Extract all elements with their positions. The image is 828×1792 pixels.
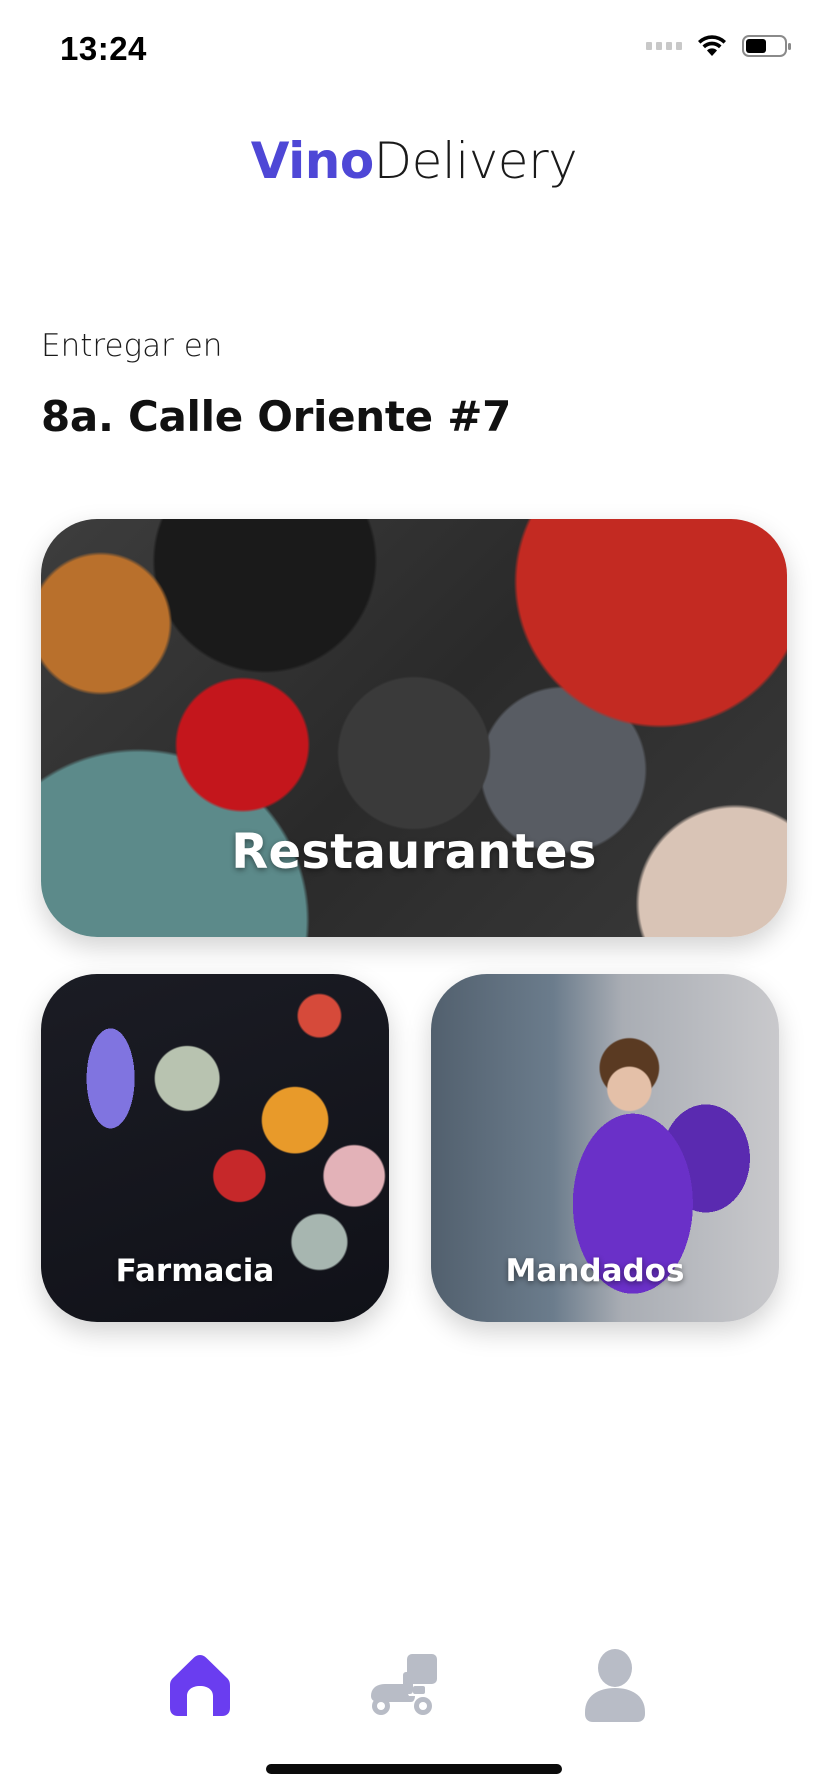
nav-home-button[interactable] — [155, 1640, 245, 1730]
home-indicator — [266, 1764, 562, 1774]
status-icons — [646, 34, 792, 58]
delivery-address[interactable]: 8a. Calle Oriente #7 — [41, 392, 511, 441]
status-bar: 13:24 — [0, 0, 828, 100]
user-profile-icon — [585, 1649, 645, 1722]
delivery-scooter-icon — [371, 1654, 437, 1715]
status-time: 13:24 — [60, 30, 147, 67]
brand-secondary: Delivery — [373, 132, 578, 190]
brand-primary: Vino — [250, 132, 374, 190]
pharmacy-card[interactable]: Farmacia — [41, 974, 389, 1322]
home-icon — [170, 1655, 230, 1716]
errands-label: Mandados — [505, 1253, 685, 1289]
app-title: VinoDelivery — [0, 132, 828, 190]
restaurants-card[interactable]: Restaurantes — [41, 519, 787, 937]
deliver-to-label: Entregar en — [41, 328, 223, 364]
battery-icon — [742, 34, 792, 58]
bottom-nav — [0, 1640, 828, 1750]
wifi-icon — [696, 34, 728, 58]
errands-card[interactable]: Mandados — [431, 974, 779, 1322]
restaurants-label: Restaurantes — [231, 824, 597, 880]
pharmacy-label: Farmacia — [115, 1253, 275, 1289]
nav-profile-button[interactable] — [570, 1640, 660, 1730]
nav-orders-button[interactable] — [358, 1640, 448, 1730]
cellular-signal-icon — [646, 42, 682, 50]
